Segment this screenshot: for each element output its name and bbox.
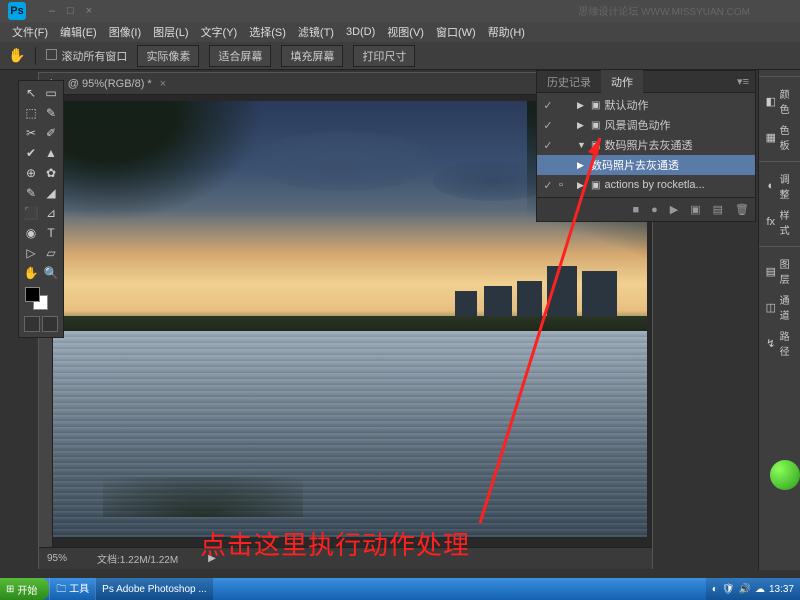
actions-list: ✓▶▣默认动作 ✓▶▣风景调色动作 ✓▼▣数码照片去灰通透 ▶数码照片去灰通透 …: [537, 93, 755, 197]
taskbar-item-photoshop[interactable]: Ps Adobe Photoshop ...: [95, 578, 213, 600]
close-button[interactable]: ×: [86, 5, 92, 17]
menu-3d[interactable]: 3D(D): [342, 26, 379, 38]
action-set-rocket[interactable]: ✓▫▶▣actions by rocketla...: [537, 175, 755, 195]
zoom-level[interactable]: 95%: [47, 553, 67, 564]
new-set-icon[interactable]: ▣: [690, 203, 700, 216]
marquee-tool[interactable]: ▭: [41, 83, 61, 103]
stop-icon[interactable]: ■: [632, 204, 639, 216]
window-controls: – □ ×: [49, 5, 92, 17]
lasso-tool[interactable]: ⬚: [21, 103, 41, 123]
menu-bar: 文件(F) 编辑(E) 图像(I) 图层(L) 文字(Y) 选择(S) 滤镜(T…: [0, 22, 800, 42]
layers-icon: ▤: [765, 264, 777, 278]
clock[interactable]: 13:37: [769, 584, 794, 595]
panel-paths[interactable]: ↯路径: [761, 325, 798, 361]
new-action-icon[interactable]: ▤: [713, 203, 723, 216]
blur-tool[interactable]: ⬛: [21, 203, 41, 223]
taskbar: ⊞开始 🗀 工具 Ps Adobe Photoshop ... ◐ 🛡 🔊 ☁ 13:…: [0, 578, 800, 600]
history-brush-tool[interactable]: ✿: [41, 163, 61, 183]
quickmask-toggle[interactable]: [21, 313, 61, 335]
panel-swatches[interactable]: ▦色板: [761, 119, 798, 155]
color-swatches[interactable]: [21, 283, 61, 313]
hand-tool[interactable]: ✋: [21, 263, 41, 283]
panel-channels[interactable]: ◫通道: [761, 289, 798, 325]
print-size-button[interactable]: 打印尺寸: [353, 45, 415, 67]
brush-tool[interactable]: ▲: [41, 143, 61, 163]
type-tool[interactable]: T: [41, 223, 61, 243]
tab-history[interactable]: 历史记录: [537, 70, 601, 94]
tray-icon[interactable]: ☁: [755, 584, 765, 595]
menu-edit[interactable]: 编辑(E): [56, 24, 101, 40]
trash-icon[interactable]: 🗑: [735, 203, 749, 216]
right-panel-dock: ◧颜色 ▦色板 ◐调整 fx样式 ▤图层 ◫通道 ↯路径: [758, 70, 800, 570]
action-set-default[interactable]: ✓▶▣默认动作: [537, 95, 755, 115]
menu-view[interactable]: 视图(V): [383, 24, 428, 40]
stamp-tool[interactable]: ⊕: [21, 163, 41, 183]
action-set-dehaze[interactable]: ✓▼▣数码照片去灰通透: [537, 135, 755, 155]
menu-layer[interactable]: 图层(L): [149, 24, 192, 40]
menu-image[interactable]: 图像(I): [105, 24, 145, 40]
menu-file[interactable]: 文件(F): [8, 24, 52, 40]
adjustments-icon: ◐: [765, 179, 777, 193]
menu-window[interactable]: 窗口(W): [432, 24, 480, 40]
menu-filter[interactable]: 滤镜(T): [294, 24, 338, 40]
actual-pixels-button[interactable]: 实际像素: [137, 45, 199, 67]
hand-tool-icon: ✋: [8, 47, 25, 64]
panel-menu-icon[interactable]: ▾≡: [731, 75, 755, 88]
panel-layers[interactable]: ▤图层: [761, 253, 798, 289]
move-tool[interactable]: ↖: [21, 83, 41, 103]
action-set-landscape[interactable]: ✓▶▣风景调色动作: [537, 115, 755, 135]
options-bar: ✋ 滚动所有窗口 实际像素 适合屏幕 填充屏幕 打印尺寸: [0, 42, 800, 70]
tab-actions[interactable]: 动作: [601, 70, 643, 94]
play-icon[interactable]: ▶: [670, 203, 678, 216]
ps-logo-icon: Ps: [8, 2, 26, 20]
panel-styles[interactable]: fx样式: [761, 204, 798, 240]
swatches-icon: ▦: [765, 130, 777, 144]
windows-logo-icon: ⊞: [6, 584, 14, 595]
minimize-button[interactable]: –: [49, 5, 55, 17]
tray-icon[interactable]: 🔊: [739, 584, 751, 595]
menu-help[interactable]: 帮助(H): [484, 24, 529, 40]
gradient-tool[interactable]: ◢: [41, 183, 61, 203]
channels-icon: ◫: [765, 300, 777, 314]
maximize-button[interactable]: □: [67, 5, 74, 17]
tray-icon[interactable]: ◐: [712, 584, 718, 595]
actions-panel-footer: ■ ● ▶ ▣ ▤ 🗑: [537, 197, 755, 221]
dodge-tool[interactable]: ⊿: [41, 203, 61, 223]
wand-tool[interactable]: ✎: [41, 103, 61, 123]
close-tab-icon[interactable]: ×: [160, 78, 166, 90]
record-icon[interactable]: ●: [651, 204, 658, 216]
fill-screen-button[interactable]: 填充屏幕: [281, 45, 343, 67]
doc-info: 文档:1.22M/1.22M: [97, 551, 178, 566]
toolbox: ↖▭ ⬚✎ ✂✐ ✔▲ ⊕✿ ✎◢ ⬛⊿ ◉T ▷▱ ✋🔍: [18, 80, 64, 338]
actions-panel: 历史记录 动作 ▾≡ ✓▶▣默认动作 ✓▶▣风景调色动作 ✓▼▣数码照片去灰通透…: [536, 70, 756, 222]
taskbar-item-tools[interactable]: 🗀 工具: [49, 578, 95, 600]
zoom-tool[interactable]: 🔍: [41, 263, 61, 283]
eyedropper-tool[interactable]: ✐: [41, 123, 61, 143]
path-tool[interactable]: ▷: [21, 243, 41, 263]
pen-tool[interactable]: ◉: [21, 223, 41, 243]
annotation-text: 点击这里执行动作处理: [200, 525, 470, 562]
fit-screen-button[interactable]: 适合屏幕: [209, 45, 271, 67]
crop-tool[interactable]: ✂: [21, 123, 41, 143]
watermark-text: 思缘设计论坛 WWW.MISSYUAN.COM: [578, 3, 750, 18]
system-tray[interactable]: ◐ 🛡 🔊 ☁ 13:37: [706, 578, 800, 600]
panel-adjustments[interactable]: ◐调整: [761, 168, 798, 204]
scroll-all-checkbox[interactable]: 滚动所有窗口: [46, 48, 127, 64]
shape-tool[interactable]: ▱: [41, 243, 61, 263]
menu-type[interactable]: 文字(Y): [197, 24, 242, 40]
action-dehaze-selected[interactable]: ▶数码照片去灰通透: [537, 155, 755, 175]
color-icon: ◧: [765, 94, 777, 108]
heal-tool[interactable]: ✔: [21, 143, 41, 163]
assistant-orb-icon[interactable]: [770, 460, 800, 490]
eraser-tool[interactable]: ✎: [21, 183, 41, 203]
menu-select[interactable]: 选择(S): [245, 24, 290, 40]
panel-color[interactable]: ◧颜色: [761, 83, 798, 119]
tray-icon[interactable]: 🛡: [722, 584, 735, 595]
paths-icon: ↯: [765, 336, 777, 350]
start-button[interactable]: ⊞开始: [0, 578, 49, 600]
styles-icon: fx: [765, 215, 777, 229]
